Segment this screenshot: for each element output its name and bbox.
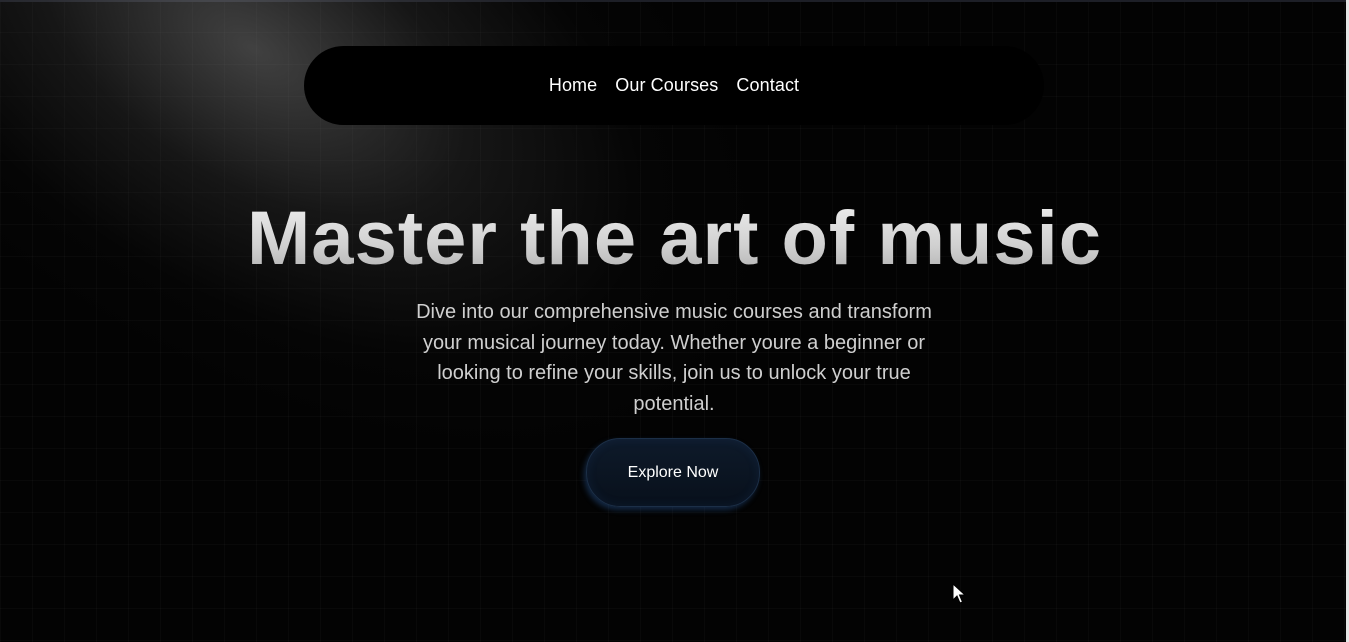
mouse-pointer-icon	[952, 583, 966, 604]
nav-link-contact[interactable]: Contact	[736, 75, 799, 96]
hero-subtitle: Dive into our comprehensive music course…	[416, 301, 932, 415]
landing-page: Home Our Courses Contact Master the art …	[0, 0, 1349, 642]
nav-link-home[interactable]: Home	[549, 75, 597, 96]
explore-now-button[interactable]: Explore Now	[586, 438, 760, 507]
hero-title: Master the art of music	[0, 195, 1349, 282]
nav-link-our-courses[interactable]: Our Courses	[615, 75, 718, 96]
window-top-border	[0, 0, 1349, 2]
nav-links: Home Our Courses Contact	[549, 75, 799, 96]
navbar: Home Our Courses Contact	[304, 46, 1044, 125]
